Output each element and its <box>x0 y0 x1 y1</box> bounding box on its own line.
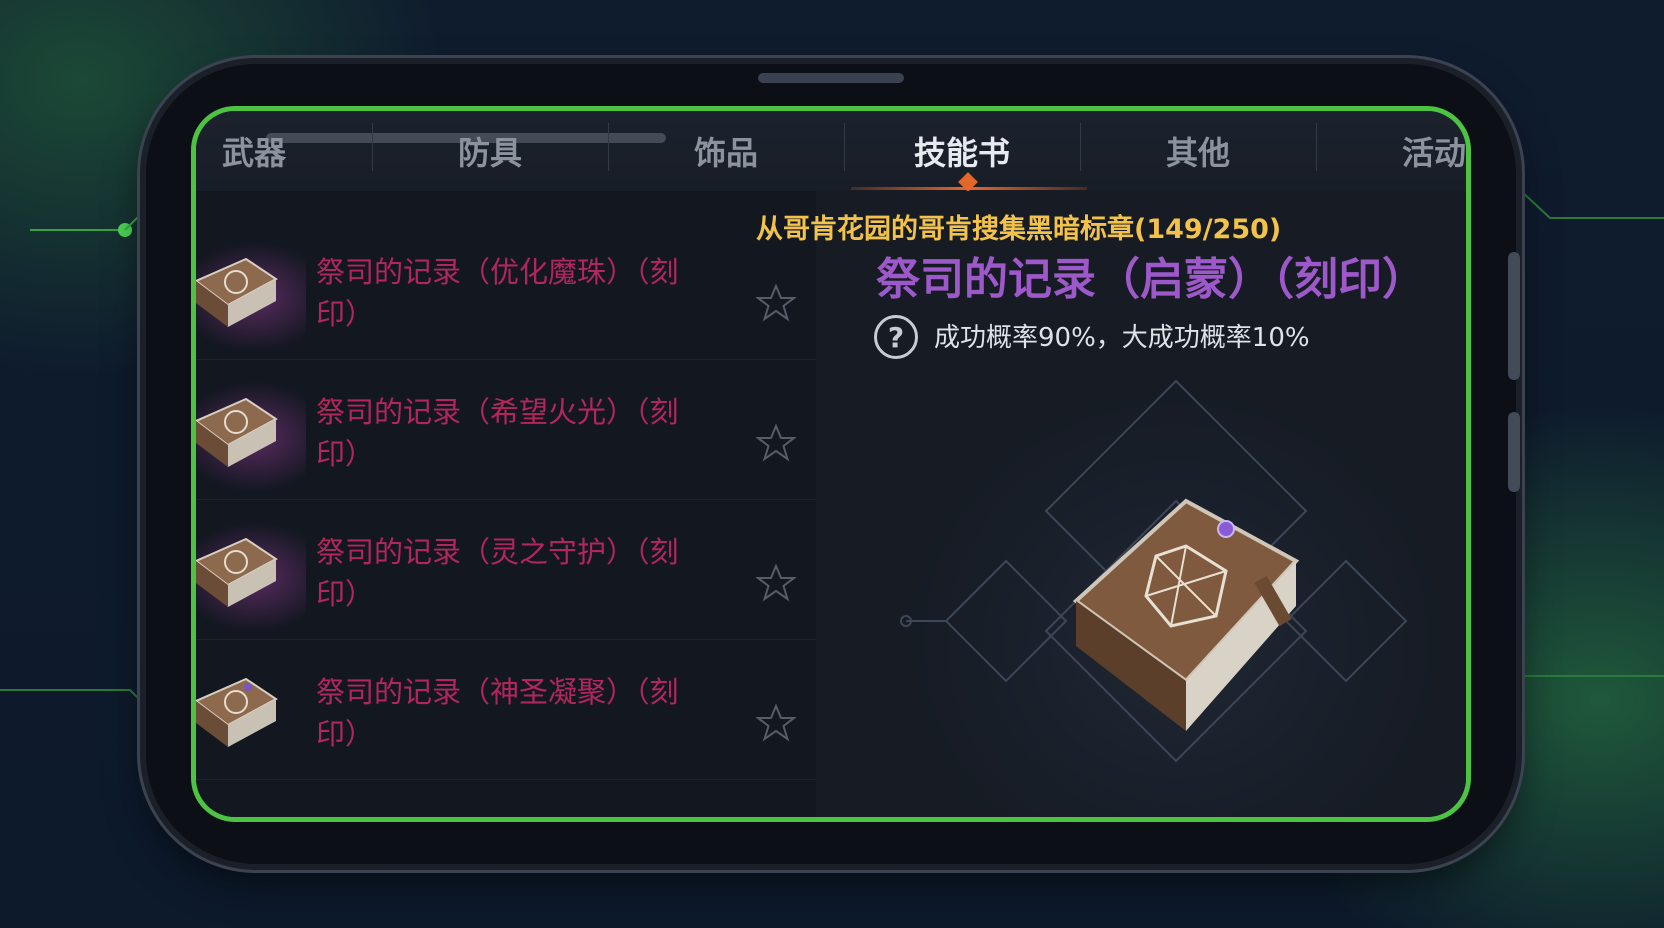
list-item[interactable]: 祭司的记录（灵之守护）（刻印） <box>196 491 816 640</box>
star-outline-icon[interactable] <box>756 563 796 603</box>
star-outline-icon[interactable] <box>756 423 796 463</box>
book-large-icon <box>900 379 1408 763</box>
tablet-speaker <box>758 73 904 83</box>
tab-events[interactable]: 活动 <box>1316 111 1466 191</box>
book-icon <box>196 521 306 633</box>
item-name: 祭司的记录（神圣凝聚）（刻印） <box>316 675 679 751</box>
item-title: 祭司的记录（启蒙）（刻印） <box>876 254 1426 305</box>
game-screen: 武器 防具 饰品 技能书 其他 活动 祭司的记录（优化魔珠）（刻印） 祭司的记录… <box>191 106 1471 822</box>
tab-armor[interactable]: 防具 <box>372 111 608 191</box>
tab-accessories[interactable]: 饰品 <box>608 111 844 191</box>
success-rate-text: 成功概率90%，大成功概率10% <box>934 323 1310 353</box>
volume-button <box>1508 252 1520 380</box>
list-item[interactable]: 祭司的记录（希望火光）（刻印） <box>196 351 816 500</box>
skill-book-list: 祭司的记录（优化魔珠）（刻印） 祭司的记录（希望火光）（刻印） 祭司的记录（灵之… <box>196 191 816 817</box>
tab-weapons[interactable]: 武器 <box>196 111 372 191</box>
book-icon <box>196 241 306 353</box>
help-icon[interactable]: ? <box>874 315 918 359</box>
item-name: 祭司的记录（优化魔珠）（刻印） <box>316 255 679 331</box>
item-source-text: 从哥肯花园的哥肯搜集黑暗标章(149/250) <box>756 214 1282 245</box>
book-icon <box>196 381 306 493</box>
list-item[interactable]: 祭司的记录（优化魔珠）（刻印） <box>196 211 816 360</box>
list-item[interactable]: 祭司的记录（神圣凝聚）（刻印） <box>196 631 816 780</box>
book-icon <box>196 661 306 773</box>
item-name: 祭司的记录（灵之守护）（刻印） <box>316 535 679 611</box>
category-tab-bar: 武器 防具 饰品 技能书 其他 活动 <box>196 111 1466 192</box>
power-button <box>1508 412 1520 492</box>
star-outline-icon[interactable] <box>756 283 796 323</box>
star-outline-icon[interactable] <box>756 703 796 743</box>
tab-other[interactable]: 其他 <box>1080 111 1316 191</box>
item-name: 祭司的记录（希望火光）（刻印） <box>316 395 679 471</box>
